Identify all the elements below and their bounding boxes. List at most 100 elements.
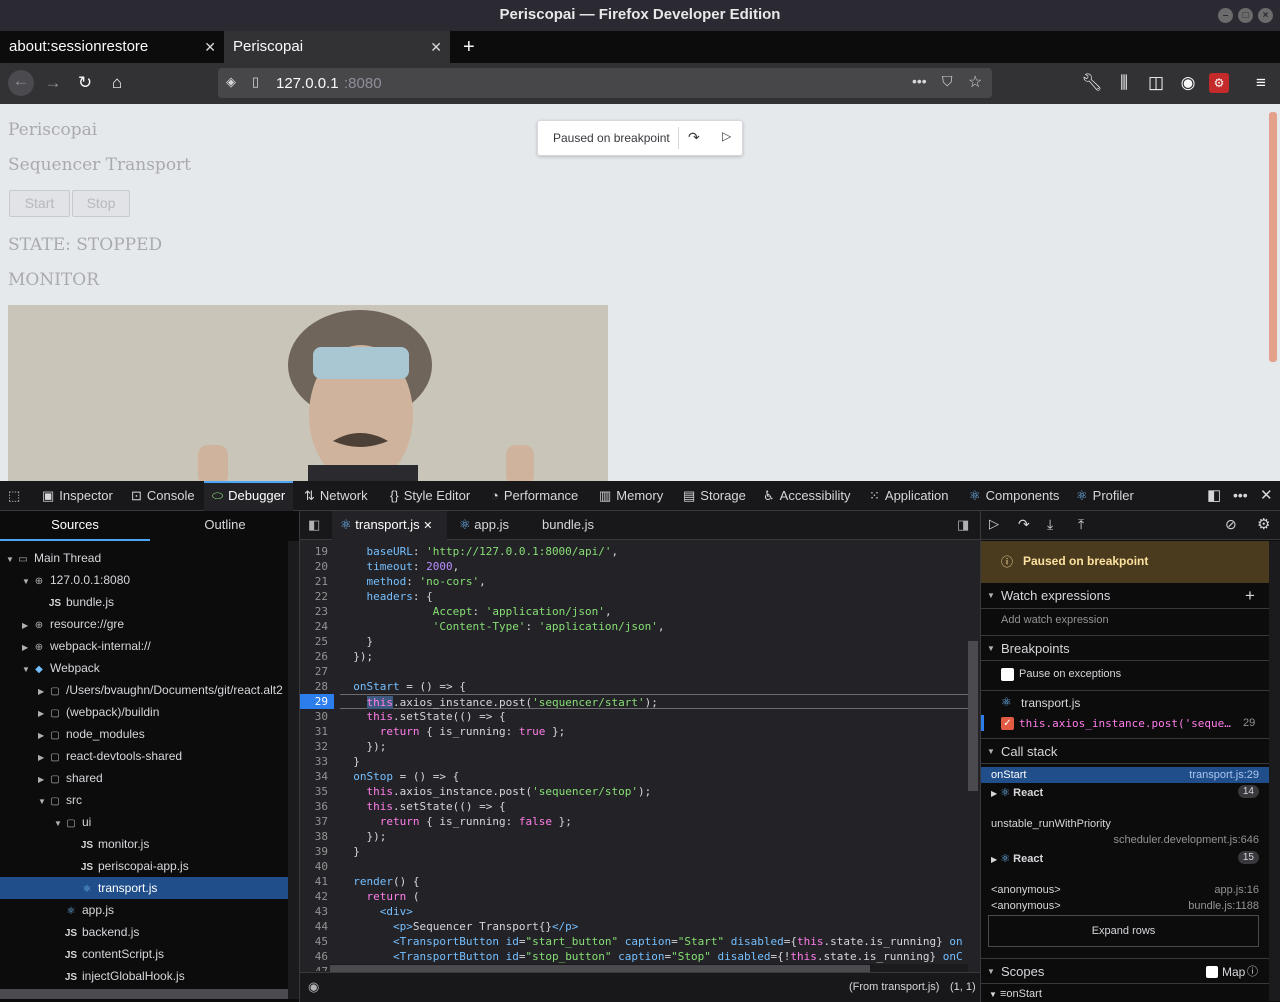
back-icon[interactable]: ← <box>8 70 34 96</box>
line-number[interactable]: 34 <box>300 769 328 784</box>
add-icon[interactable]: + <box>1245 583 1255 609</box>
close-tab-icon[interactable]: ✕ <box>204 31 216 63</box>
line-number[interactable]: 43 <box>300 904 328 919</box>
resume-icon[interactable]: ▷ <box>989 516 999 532</box>
dock-icon[interactable]: ◧ <box>1207 481 1221 511</box>
library-icon[interactable]: ⫼ <box>1113 72 1135 94</box>
tree-item[interactable]: ▼ ▢ src <box>0 789 288 811</box>
help-icon[interactable]: ⓘ <box>1247 959 1258 985</box>
close-tab-icon[interactable]: ✕ <box>423 520 432 532</box>
line-number[interactable]: 35 <box>300 784 328 799</box>
tree-item[interactable]: JS monitor.js <box>0 833 288 855</box>
line-number[interactable]: 27 <box>300 664 328 679</box>
wrench-icon[interactable]: 🔧︎ <box>1081 72 1103 94</box>
breakpoints-header[interactable]: ▼ Breakpoints <box>981 635 1280 661</box>
map-checkbox[interactable] <box>1206 966 1218 978</box>
line-number[interactable]: 31 <box>300 724 328 739</box>
tree-item[interactable]: ▼ ◆ Webpack <box>0 657 288 679</box>
step-out-icon[interactable]: ⤒ <box>1078 516 1084 533</box>
line-number[interactable]: 23 <box>300 604 328 619</box>
more-options-icon[interactable]: ••• <box>1233 481 1248 511</box>
tab-debugger[interactable]: ⬭ Debugger <box>204 481 294 511</box>
line-number[interactable]: 24 <box>300 619 328 634</box>
line-number[interactable]: 44 <box>300 919 328 934</box>
close-devtools-icon[interactable]: ✕ <box>1260 481 1273 511</box>
page-scrollbar[interactable] <box>1269 112 1277 362</box>
tab-inspector[interactable]: ▣ Inspector <box>42 481 113 511</box>
tree-item[interactable]: ▶ ▢ /Users/bvaughn/Documents/git/react.alt… <box>0 679 288 701</box>
line-number[interactable]: 28 <box>300 679 328 694</box>
scope-item[interactable]: ▼ ≡onStart <box>989 988 1042 1000</box>
toggle-panes-icon[interactable]: ◨ <box>957 517 969 533</box>
line-number[interactable]: 47 <box>300 964 328 971</box>
breakpoint-checkbox[interactable]: ✓ <box>1001 717 1014 730</box>
call-stack-header[interactable]: ▼ Call stack <box>981 738 1280 764</box>
step-over-icon[interactable]: ↷ <box>1018 516 1030 533</box>
pocket-icon[interactable]: ⛉ <box>942 73 953 90</box>
tree-item[interactable]: ▶ ▢ shared <box>0 767 288 789</box>
tree-item[interactable]: JS contentScript.js <box>0 943 288 965</box>
tree-item[interactable]: ▶ ▢ react-devtools-shared <box>0 745 288 767</box>
pause-exceptions-checkbox[interactable] <box>1001 668 1014 681</box>
editor-tab-bundle[interactable]: bundle.js <box>542 511 622 540</box>
call-stack-group[interactable]: ▶ ⚛ React 15 <box>981 851 1269 867</box>
extension-icon[interactable]: ⚙ <box>1209 73 1229 93</box>
pick-element-icon[interactable]: ⬚ <box>8 481 25 511</box>
line-number[interactable]: 33 <box>300 754 328 769</box>
line-number[interactable]: 25 <box>300 634 328 649</box>
shield-icon[interactable]: ◈ <box>226 74 236 90</box>
sidebar-scrollbar[interactable] <box>1269 541 1280 1001</box>
tree-item[interactable]: ⚛ transport.js <box>0 877 288 899</box>
tab-network[interactable]: ⇅ Network <box>304 481 368 511</box>
new-tab-icon[interactable]: + <box>454 31 484 63</box>
tree-item[interactable]: JS backend.js <box>0 921 288 943</box>
scopes-header[interactable]: ▼ Scopes Map ⓘ <box>981 958 1280 984</box>
bookmark-star-icon[interactable]: ☆ <box>968 72 982 92</box>
line-number[interactable]: 22 <box>300 589 328 604</box>
tree-item[interactable]: ▼ ▢ ui <box>0 811 288 833</box>
call-stack-frame[interactable]: unstable_runWithPriority <box>981 816 1269 832</box>
tree-item[interactable]: JS periscopai-app.js <box>0 855 288 877</box>
stop-button[interactable]: Stop <box>72 190 130 217</box>
call-stack-frame[interactable]: onStart transport.js:29 <box>981 767 1269 783</box>
breakpoint-file[interactable]: transport.js <box>1021 696 1080 710</box>
tree-item[interactable]: ▶ ▢ node_modules <box>0 723 288 745</box>
close-window-icon[interactable]: × <box>1258 8 1273 23</box>
line-number[interactable]: 45 <box>300 934 328 949</box>
tab-outline[interactable]: Outline <box>150 511 300 541</box>
tab-profiler[interactable]: ⚛ Profiler <box>1076 481 1134 511</box>
line-number[interactable]: 26 <box>300 649 328 664</box>
call-stack-frame[interactable]: scheduler.development.js:646 <box>981 832 1269 848</box>
line-number[interactable]: 46 <box>300 949 328 964</box>
line-number[interactable]: 20 <box>300 559 328 574</box>
tab-accessibility[interactable]: ♿︎ Accessibility <box>763 481 850 511</box>
sidebar-icon[interactable]: ◫ <box>1145 72 1167 94</box>
hamburger-menu-icon[interactable]: ≡ <box>1250 72 1272 94</box>
add-watch-input[interactable]: Add watch expression <box>1001 614 1109 626</box>
expand-rows-button[interactable]: Expand rows <box>988 915 1259 947</box>
line-number[interactable]: 36 <box>300 799 328 814</box>
line-number[interactable]: 39 <box>300 844 328 859</box>
tree-item[interactable]: JS bundle.js <box>0 591 288 613</box>
editor-tab-app[interactable]: ⚛ app.js <box>455 511 535 540</box>
call-stack-frame[interactable]: <anonymous> bundle.js:1188 <box>981 898 1269 914</box>
tree-item[interactable]: ▶ ▢ (webpack)/buildin <box>0 701 288 723</box>
code-vscroll-thumb[interactable] <box>968 641 978 791</box>
forward-icon[interactable]: → <box>42 72 64 94</box>
home-icon[interactable]: ⌂ <box>106 72 128 94</box>
tree-item[interactable]: JS injectGlobalHook.js <box>0 965 288 987</box>
call-stack-frame[interactable]: <anonymous> app.js:16 <box>981 882 1269 898</box>
breakpoint-code[interactable]: this.axios_instance.post('seque… <box>1019 717 1234 730</box>
tree-item[interactable]: ▶ ⊕ webpack-internal:// <box>0 635 288 657</box>
line-number[interactable]: 37 <box>300 814 328 829</box>
tree-hscrollbar[interactable] <box>0 989 288 999</box>
call-stack-group[interactable]: ▶ ⚛ React 14 <box>981 785 1269 801</box>
toggle-sources-icon[interactable]: ◧ <box>308 517 320 533</box>
tab-console[interactable]: ⊡ Console <box>131 481 195 511</box>
account-icon[interactable]: ◉ <box>1177 72 1199 94</box>
deactivate-breakpoints-icon[interactable]: ⊘ <box>1225 516 1237 533</box>
tab-performance[interactable]: ◔ Performance <box>491 481 578 511</box>
tree-item[interactable]: ⚛ app.js <box>0 899 288 921</box>
url-bar[interactable]: ◈ ▯ 127.0.0.1 :8080 ••• ⛉ ☆ <box>218 68 992 98</box>
close-tab-icon[interactable]: ✕ <box>430 31 442 63</box>
